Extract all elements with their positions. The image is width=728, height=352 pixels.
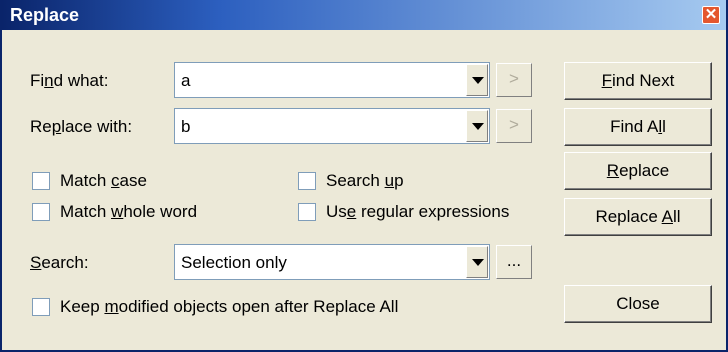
- keep-open-label: Keep modified objects open after Replace…: [60, 297, 399, 316]
- match-case-checkbox[interactable]: [32, 172, 50, 190]
- match-whole-word-checkbox[interactable]: [32, 203, 50, 221]
- keep-open-checkbox[interactable]: [32, 298, 50, 316]
- search-scope-value: Selection only: [181, 253, 287, 272]
- chevron-down-icon: [472, 259, 484, 266]
- replace-button[interactable]: Replace: [564, 152, 712, 190]
- replace-with-value: b: [181, 117, 191, 136]
- find-what-value: a: [181, 71, 191, 90]
- replace-all-button[interactable]: Replace All: [564, 198, 712, 236]
- find-what-dropdown-button[interactable]: [466, 64, 488, 96]
- match-case-label: Match case: [60, 171, 147, 190]
- replace-with-dropdown-button[interactable]: [466, 110, 488, 142]
- search-label: Search:: [30, 253, 89, 272]
- title-bar: Replace ✕: [2, 0, 726, 30]
- replace-with-combobox[interactable]: b: [174, 108, 490, 144]
- close-icon[interactable]: ✕: [702, 6, 720, 24]
- search-scope-dropdown-button[interactable]: [466, 246, 488, 278]
- chevron-down-icon: [472, 77, 484, 84]
- replace-with-label: Replace with:: [30, 117, 133, 136]
- find-next-button[interactable]: Find Next: [564, 62, 712, 100]
- use-regex-checkbox[interactable]: [298, 203, 316, 221]
- match-whole-word-label: Match whole word: [60, 202, 198, 221]
- replace-dialog: Replace ✕ Find what: a > Replace with: b…: [0, 0, 728, 352]
- search-scope-select[interactable]: Selection only: [174, 244, 490, 280]
- find-all-button[interactable]: Find All: [564, 108, 712, 146]
- find-what-insert-button[interactable]: >: [496, 63, 532, 97]
- find-what-label: Find what:: [30, 71, 109, 90]
- chevron-down-icon: [472, 123, 484, 130]
- dialog-title: Replace: [10, 5, 80, 25]
- find-what-combobox[interactable]: a: [174, 62, 490, 98]
- close-button[interactable]: Close: [564, 285, 712, 323]
- search-browse-button[interactable]: ...: [496, 245, 532, 279]
- search-up-label: Search up: [326, 171, 404, 190]
- search-up-checkbox[interactable]: [298, 172, 316, 190]
- replace-with-insert-button[interactable]: >: [496, 109, 532, 143]
- use-regex-label: Use regular expressions: [326, 202, 510, 221]
